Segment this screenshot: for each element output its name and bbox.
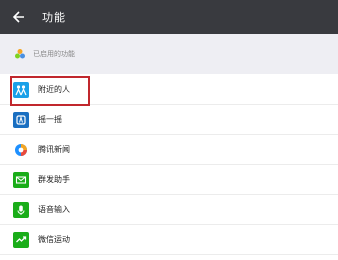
feature-item-tencent-news[interactable]: 腾讯新闻: [0, 135, 338, 165]
top-bar: 功能: [0, 0, 338, 34]
tencent-news-icon: [13, 142, 29, 158]
feature-item-wechat-sport[interactable]: 微信运动: [0, 225, 338, 255]
feature-label: 附近的人: [38, 85, 70, 94]
feature-list: 附近的人 摇一摇 腾讯新闻 群发助手 语音输入 微信运动: [0, 75, 338, 255]
feature-item-people-nearby[interactable]: 附近的人: [0, 75, 338, 105]
voice-input-icon: [13, 201, 29, 218]
mass-send-icon: [13, 171, 29, 188]
section-label: 已启用的功能: [33, 50, 75, 58]
feature-item-voice-input[interactable]: 语音输入: [0, 195, 338, 225]
people-nearby-icon: [13, 81, 29, 98]
feature-label: 摇一摇: [38, 115, 62, 124]
feature-item-mass-send[interactable]: 群发助手: [0, 165, 338, 195]
shake-icon: [13, 111, 29, 128]
feature-label: 腾讯新闻: [38, 145, 70, 154]
back-arrow-icon[interactable]: [12, 10, 26, 24]
feature-label: 微信运动: [38, 235, 70, 244]
wechat-sport-icon: [13, 231, 29, 248]
features-section-icon: [15, 49, 25, 59]
feature-label: 群发助手: [38, 175, 70, 184]
page-title: 功能: [42, 11, 66, 24]
feature-item-shake[interactable]: 摇一摇: [0, 105, 338, 135]
feature-label: 语音输入: [38, 205, 70, 214]
enabled-features-header: 已启用的功能: [0, 34, 338, 74]
